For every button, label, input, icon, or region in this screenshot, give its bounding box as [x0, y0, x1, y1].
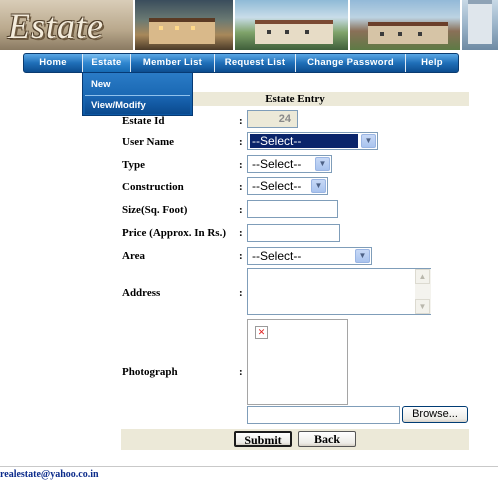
- photograph-label: Photograph: [122, 366, 178, 378]
- main-nav: Home Estate Member List Request List Cha…: [23, 53, 459, 73]
- type-select[interactable]: --Select-- ▼: [247, 155, 332, 173]
- colon: :: [239, 159, 243, 171]
- site-logo: Estate: [8, 6, 104, 46]
- area-select-value: --Select--: [252, 249, 302, 263]
- header-banner: Estate: [0, 0, 498, 50]
- banner-photo-house-palms: [233, 0, 348, 50]
- colon: :: [239, 136, 243, 148]
- address-scrollbar[interactable]: ▲ ▼: [415, 269, 431, 314]
- banner-photo-tower: [460, 0, 498, 50]
- nav-item-member-list[interactable]: Member List: [131, 54, 215, 72]
- user-name-select-value: --Select--: [250, 134, 358, 148]
- nav-item-home[interactable]: Home: [24, 54, 83, 72]
- browse-button[interactable]: Browse...: [402, 406, 468, 423]
- chevron-down-icon[interactable]: ▼: [361, 134, 376, 148]
- logo-panel: Estate: [0, 0, 133, 50]
- colon: :: [239, 366, 243, 378]
- user-name-label: User Name: [122, 136, 175, 148]
- type-label: Type: [122, 159, 146, 171]
- banner-photo-house-night: [133, 0, 233, 50]
- colon: :: [239, 204, 243, 216]
- price-label: Price (Approx. In Rs.): [122, 227, 226, 239]
- menu-item-view-modify[interactable]: View/Modify: [85, 95, 190, 114]
- scroll-up-icon[interactable]: ▲: [415, 269, 430, 284]
- colon: :: [239, 250, 243, 262]
- user-name-select[interactable]: --Select-- ▼: [247, 132, 378, 150]
- construction-select[interactable]: --Select-- ▼: [247, 177, 328, 195]
- colon: :: [239, 227, 243, 239]
- estate-id-label: Estate Id: [122, 115, 165, 127]
- nav-item-estate[interactable]: Estate: [83, 54, 131, 72]
- type-select-value: --Select--: [252, 157, 302, 171]
- nav-item-help[interactable]: Help: [406, 54, 458, 72]
- address-label: Address: [122, 287, 161, 299]
- construction-label: Construction: [122, 181, 184, 193]
- form-footer-bar: [121, 429, 469, 450]
- scroll-down-icon[interactable]: ▼: [415, 299, 430, 314]
- submit-button[interactable]: Submit: [234, 431, 292, 447]
- back-button[interactable]: Back: [298, 431, 356, 447]
- footer-divider: [0, 466, 498, 467]
- price-input[interactable]: [247, 224, 340, 242]
- area-select[interactable]: --Select-- ▼: [247, 247, 372, 265]
- nav-item-request-list[interactable]: Request List: [215, 54, 296, 72]
- chevron-down-icon[interactable]: ▼: [315, 157, 330, 171]
- broken-image-icon: ✕: [255, 326, 268, 339]
- photograph-preview: ✕: [247, 319, 348, 405]
- size-label: Size(Sq. Foot): [122, 204, 188, 216]
- estate-id-field: 24: [247, 110, 298, 128]
- construction-select-value: --Select--: [252, 179, 302, 193]
- colon: :: [239, 115, 243, 127]
- banner-photo-house-hill: [348, 0, 460, 50]
- chevron-down-icon[interactable]: ▼: [355, 249, 370, 263]
- colon: :: [239, 287, 243, 299]
- photograph-file-input[interactable]: [247, 406, 400, 424]
- colon: :: [239, 181, 243, 193]
- nav-item-change-password[interactable]: Change Password: [296, 54, 406, 72]
- size-input[interactable]: [247, 200, 338, 218]
- estate-dropdown-menu: New View/Modify: [82, 72, 193, 116]
- footer-email[interactable]: realestate@yahoo.co.in: [0, 469, 99, 480]
- area-label: Area: [122, 250, 146, 262]
- menu-item-new[interactable]: New: [85, 75, 190, 94]
- chevron-down-icon[interactable]: ▼: [311, 179, 326, 193]
- address-textarea[interactable]: [247, 268, 431, 315]
